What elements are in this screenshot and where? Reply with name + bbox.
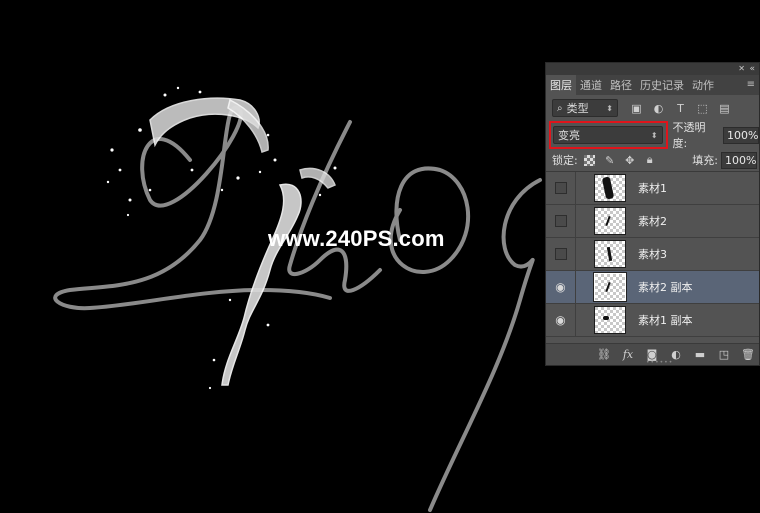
visibility-toggle[interactable] bbox=[546, 205, 576, 237]
layer-name[interactable]: 素材1 副本 bbox=[638, 312, 693, 328]
hidden-box-icon bbox=[554, 248, 567, 260]
panel-bottom-toolbar: ⛓ fx ◙ ◐ ▬ ◳ 🗑︎ •••••• bbox=[546, 343, 759, 366]
layer-row[interactable]: ◉ 素材1 副本 bbox=[546, 304, 759, 337]
close-icon[interactable]: ✕ bbox=[738, 63, 745, 75]
select-arrows-icon: ⬍ bbox=[606, 103, 613, 113]
layer-name[interactable]: 素材2 副本 bbox=[638, 279, 693, 295]
opacity-input[interactable]: 100% bbox=[723, 126, 759, 144]
lock-pixels-brush-icon[interactable]: ✎ bbox=[604, 154, 616, 167]
lock-transparency-icon[interactable] bbox=[584, 154, 596, 166]
tab-layers[interactable]: 图层 bbox=[546, 75, 576, 95]
hidden-box-icon bbox=[554, 215, 567, 227]
hidden-box-icon bbox=[554, 182, 567, 194]
link-layers-icon[interactable]: ⛓ bbox=[597, 348, 611, 361]
fx-icon[interactable]: fx bbox=[621, 348, 635, 361]
type-layer-filter-icon[interactable]: T bbox=[674, 102, 687, 115]
stroke-4 bbox=[287, 120, 382, 293]
layer-name[interactable]: 素材2 bbox=[638, 213, 667, 229]
layer-list: 素材1 素材2 素材3 ◉ 素材2 副本 ◉ 素材1 副本 bbox=[546, 172, 759, 337]
filter-kind-label: 类型 bbox=[566, 102, 589, 115]
lock-position-move-icon[interactable]: ✥ bbox=[624, 154, 636, 167]
tab-channels[interactable]: 通道 bbox=[576, 75, 606, 95]
layer-thumbnail bbox=[594, 240, 626, 268]
new-group-folder-icon[interactable]: ▬ bbox=[693, 348, 707, 361]
panel-menu-icon[interactable]: ≡ bbox=[747, 79, 755, 90]
search-icon: ⌕ bbox=[557, 102, 563, 114]
filter-icons: ▣ ◐ T ⬚ ▤ bbox=[630, 102, 731, 115]
tab-actions[interactable]: 动作 bbox=[688, 75, 718, 95]
layer-row[interactable]: 素材1 bbox=[546, 172, 759, 205]
stroke-0 bbox=[388, 166, 471, 274]
resize-grip-icon[interactable]: •••••• bbox=[646, 359, 673, 366]
layer-thumbnail bbox=[594, 306, 626, 334]
layer-row-selected[interactable]: ◉ 素材2 副本 bbox=[546, 271, 759, 304]
visibility-toggle[interactable] bbox=[546, 238, 576, 270]
layer-row[interactable]: 素材2 bbox=[546, 205, 759, 238]
layer-thumbnail bbox=[594, 207, 626, 235]
layer-name[interactable]: 素材3 bbox=[638, 246, 667, 262]
shape-layer-filter-icon[interactable]: ⬚ bbox=[696, 102, 709, 115]
opacity-label: 不透明度: bbox=[672, 121, 706, 150]
layer-name[interactable]: 素材1 bbox=[638, 180, 667, 196]
blend-row: 变亮 ⬍ 不透明度: 100% bbox=[546, 121, 759, 150]
trash-icon[interactable]: 🗑︎ bbox=[741, 348, 755, 361]
pixel-layer-filter-icon[interactable]: ▣ bbox=[630, 102, 643, 115]
visibility-toggle[interactable]: ◉ bbox=[546, 271, 576, 303]
smart-object-filter-icon[interactable]: ▤ bbox=[718, 102, 731, 115]
lock-row: 锁定: ✎ ✥ 🔒︎ 填充: 100% bbox=[546, 149, 759, 172]
new-layer-icon[interactable]: ◳ bbox=[717, 348, 731, 361]
visibility-toggle[interactable] bbox=[546, 172, 576, 204]
fill-label: 填充: bbox=[692, 154, 718, 167]
fill-input[interactable]: 100% bbox=[721, 151, 757, 169]
watermark-text: www.240PS.com bbox=[268, 226, 445, 251]
layer-row[interactable]: 素材3 bbox=[546, 238, 759, 271]
filter-kind-select[interactable]: ⌕ 类型 ⬍ bbox=[552, 99, 618, 117]
tab-history[interactable]: 历史记录 bbox=[636, 75, 688, 95]
panel-titlebar: ✕ « bbox=[546, 63, 759, 75]
lock-label: 锁定: bbox=[552, 154, 578, 167]
filter-row: ⌕ 类型 ⬍ ▣ ◐ T ⬚ ▤ bbox=[546, 95, 759, 121]
collapse-icon[interactable]: « bbox=[749, 63, 755, 75]
layer-thumbnail bbox=[593, 272, 627, 302]
stroke-tail bbox=[428, 178, 542, 512]
gray-script-strokes bbox=[53, 105, 542, 512]
layer-thumbnail bbox=[594, 174, 626, 202]
layers-panel: ✕ « 图层 通道 路径 历史记录 动作 ≡ ⌕ 类型 ⬍ ▣ ◐ T ⬚ ▤ … bbox=[545, 62, 760, 366]
panel-tabs: 图层 通道 路径 历史记录 动作 ≡ bbox=[546, 75, 759, 95]
lock-all-icon[interactable]: 🔒︎ bbox=[644, 153, 656, 166]
highlight-box bbox=[549, 121, 668, 149]
lock-icons: ✎ ✥ 🔒︎ bbox=[584, 153, 656, 167]
visibility-toggle[interactable]: ◉ bbox=[546, 304, 576, 336]
eye-icon: ◉ bbox=[555, 280, 566, 294]
adjustment-layer-filter-icon[interactable]: ◐ bbox=[652, 102, 665, 115]
tab-paths[interactable]: 路径 bbox=[606, 75, 636, 95]
eye-icon: ◉ bbox=[555, 313, 566, 327]
